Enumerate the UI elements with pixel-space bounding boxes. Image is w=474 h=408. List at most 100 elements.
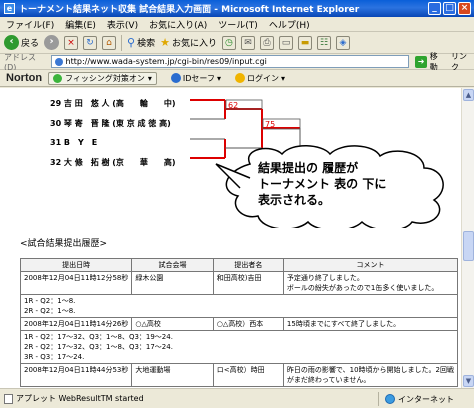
cell-submitter: 和田高校)吉田	[212, 271, 284, 295]
home-button[interactable]: ⌂	[102, 35, 117, 50]
toolbar: ‹ 戻る › × ↻ ⌂ ⚲ 検索 ★ お気に入り ◷ ✉ ⎙ ▭ ▬ ☷ ◈	[0, 32, 474, 54]
callout-text: 結果提出の 履歴が トーナメント 表の 下に 表示される。	[258, 160, 386, 208]
favorites-label: お気に入り	[171, 39, 217, 49]
header-submitter: 提出者名	[212, 258, 284, 272]
norton-logo: Norton	[6, 72, 43, 84]
score-75: 75	[265, 120, 275, 129]
edit-button[interactable]: ▭	[278, 35, 293, 50]
minimize-button[interactable]: _	[428, 2, 441, 15]
score-62: 62	[228, 101, 238, 110]
header-datetime: 提出日時	[19, 258, 133, 272]
detail-line: 1R - Q2：17～32、Q3：1～8、Q3：19～24.	[24, 333, 173, 341]
comment-line: ボールの紛失があったので1缶多く使いました。	[286, 284, 439, 292]
scroll-down-icon[interactable]: ▼	[463, 375, 474, 387]
table-row: 2008年12月04日11時14分26秒 ○△高校 ○△高校）西本 15時頃まで…	[19, 317, 459, 331]
stop-button[interactable]: ×	[64, 35, 79, 50]
history-table: 提出日時 試合会場 提出者名 コメント 2008年12月04日11時12分58秒…	[19, 258, 459, 387]
ie-icon: e	[4, 3, 15, 14]
window-title: トーナメント結果ネット収集 試合結果入力画面 - Microsoft Inter…	[19, 5, 360, 15]
phishing-toggle[interactable]: フィッシング対策オン ▾	[48, 71, 157, 85]
menu-tools[interactable]: ツール(T)	[218, 18, 258, 31]
back-label: 戻る	[21, 39, 40, 49]
page-content: 29 吉 田 悠 人 (高 輪 中) 30 琴 寄 晋 隆 (東 京 成 徳 高…	[0, 88, 461, 388]
history-header-row: 提出日時 試合会場 提出者名 コメント	[19, 258, 459, 272]
comment-line: 予定通り終了しました。	[286, 274, 364, 282]
page-icon	[4, 393, 13, 404]
star-icon: ★	[160, 36, 170, 49]
history-button[interactable]: ◷	[221, 35, 236, 50]
cell-venue: 緑木公園	[131, 271, 214, 295]
mail-button[interactable]: ✉	[240, 35, 255, 50]
dropdown-arrow-icon: ▾	[280, 73, 285, 83]
cell-datetime: 2008年12月04日11時14分26秒	[19, 317, 133, 331]
dropdown-arrow-icon: ▾	[216, 73, 221, 83]
search-icon: ⚲	[127, 36, 136, 49]
table-detail-row: 1R - Q2：1～8. 2R - Q2：1～8.	[20, 294, 458, 318]
scroll-up-icon[interactable]: ▲	[463, 89, 474, 101]
table-row: 2008年12月04日11時44分53秒 大地運動場 ロ<高校）時田 昨日の雨の…	[19, 363, 459, 387]
table-detail-row: 1R - Q2：17～32、Q3：1～8、Q3：19～24. 2R - Q2：1…	[20, 330, 458, 364]
toolbar-separator	[121, 34, 123, 51]
comment-line: がまだ終わっていません。	[286, 376, 371, 384]
login-label: ログイン	[246, 73, 279, 83]
dropdown-arrow-icon: ▾	[147, 73, 152, 83]
vertical-scrollbar[interactable]: ▲ ▼	[461, 88, 474, 388]
print-button[interactable]: ⎙	[259, 35, 274, 50]
menu-favorites[interactable]: お気に入り(A)	[149, 18, 207, 31]
id-safe-icon	[170, 73, 181, 83]
menu-edit[interactable]: 編集(E)	[65, 18, 96, 31]
menu-view[interactable]: 表示(V)	[107, 18, 138, 31]
folder-button[interactable]: ▬	[297, 35, 312, 50]
callout-line-2: トーナメント 表の 下に	[258, 177, 387, 191]
cell-venue: 大地運動場	[131, 363, 214, 387]
forward-button[interactable]: ›	[44, 35, 60, 50]
cell-comment: 15時頃までにすべて終了しました。	[282, 317, 459, 331]
close-button[interactable]: ×	[458, 2, 471, 15]
messenger-button[interactable]: ◈	[335, 35, 350, 50]
back-arrow-icon: ‹	[4, 35, 19, 50]
cell-datetime: 2008年12月04日11時12分58秒	[19, 271, 133, 295]
window-titlebar: e トーナメント結果ネット収集 試合結果入力画面 - Microsoft Int…	[0, 0, 474, 17]
login-icon	[234, 73, 245, 83]
table-row: 2008年12月04日11時12分58秒 緑木公園 和田高校)吉田 予定通り終了…	[19, 271, 459, 295]
header-comment: コメント	[282, 258, 459, 272]
comment-line: 昨日の雨の影響で、10時頃から開始しました。2回戦	[286, 366, 454, 374]
callout-line-3: 表示される。	[258, 193, 331, 207]
header-venue: 試合会場	[131, 258, 214, 272]
cell-details: 1R - Q2：17～32、Q3：1～8、Q3：19～24. 2R - Q2：1…	[20, 330, 458, 364]
search-button[interactable]: ⚲ 検索	[127, 36, 155, 49]
check-icon	[53, 73, 63, 83]
id-safe-label: IDセーフ	[182, 73, 215, 83]
cell-venue: ○△高校	[131, 317, 214, 331]
refresh-button[interactable]: ↻	[83, 35, 98, 50]
maximize-button[interactable]: □	[443, 2, 456, 15]
detail-line: 1R - Q2：1～8.	[24, 297, 76, 305]
favorites-button[interactable]: ★ お気に入り	[160, 36, 217, 49]
address-input[interactable]: http://www.wada-system.jp/cgi-bin/res09/…	[50, 55, 410, 68]
cell-datetime: 2008年12月04日11時44分53秒	[19, 363, 133, 387]
cell-details: 1R - Q2：1～8. 2R - Q2：1～8.	[20, 294, 458, 318]
scroll-thumb[interactable]	[463, 231, 474, 261]
status-text: アプレット WebResultTM started	[16, 394, 144, 403]
menu-help[interactable]: ヘルプ(H)	[269, 18, 310, 31]
research-button[interactable]: ☷	[316, 35, 331, 50]
status-bar: アプレット WebResultTM started インターネット	[0, 388, 474, 408]
id-safe-button[interactable]: IDセーフ ▾	[170, 73, 221, 84]
search-label: 検索	[137, 39, 156, 49]
cell-submitter: ○△高校）西本	[212, 317, 284, 331]
menu-file[interactable]: ファイル(F)	[6, 18, 54, 31]
login-button[interactable]: ログイン ▾	[234, 73, 285, 84]
detail-line: 2R - Q2：1～8.	[24, 307, 76, 315]
callout-line-1: 結果提出の 履歴が	[258, 161, 359, 175]
cell-comment: 予定通り終了しました。 ボールの紛失があったので1缶多く使いました。	[282, 271, 459, 295]
history-title: <試合結果提出履歴>	[20, 239, 108, 249]
cell-submitter: ロ<高校）時田	[212, 363, 284, 387]
menu-bar: ファイル(F) 編集(E) 表示(V) お気に入り(A) ツール(T) ヘルプ(…	[0, 17, 474, 32]
detail-line: 3R - Q3：17～24.	[24, 353, 85, 361]
phishing-label: フィッシング対策オン	[65, 73, 145, 83]
address-bar: アドレス(D) http://www.wada-system.jp/cgi-bi…	[0, 52, 474, 72]
security-zone: インターネット	[378, 392, 454, 406]
address-label: アドレス(D)	[4, 52, 36, 72]
zone-label: インターネット	[398, 394, 454, 404]
back-button[interactable]: ‹ 戻る	[4, 35, 39, 50]
